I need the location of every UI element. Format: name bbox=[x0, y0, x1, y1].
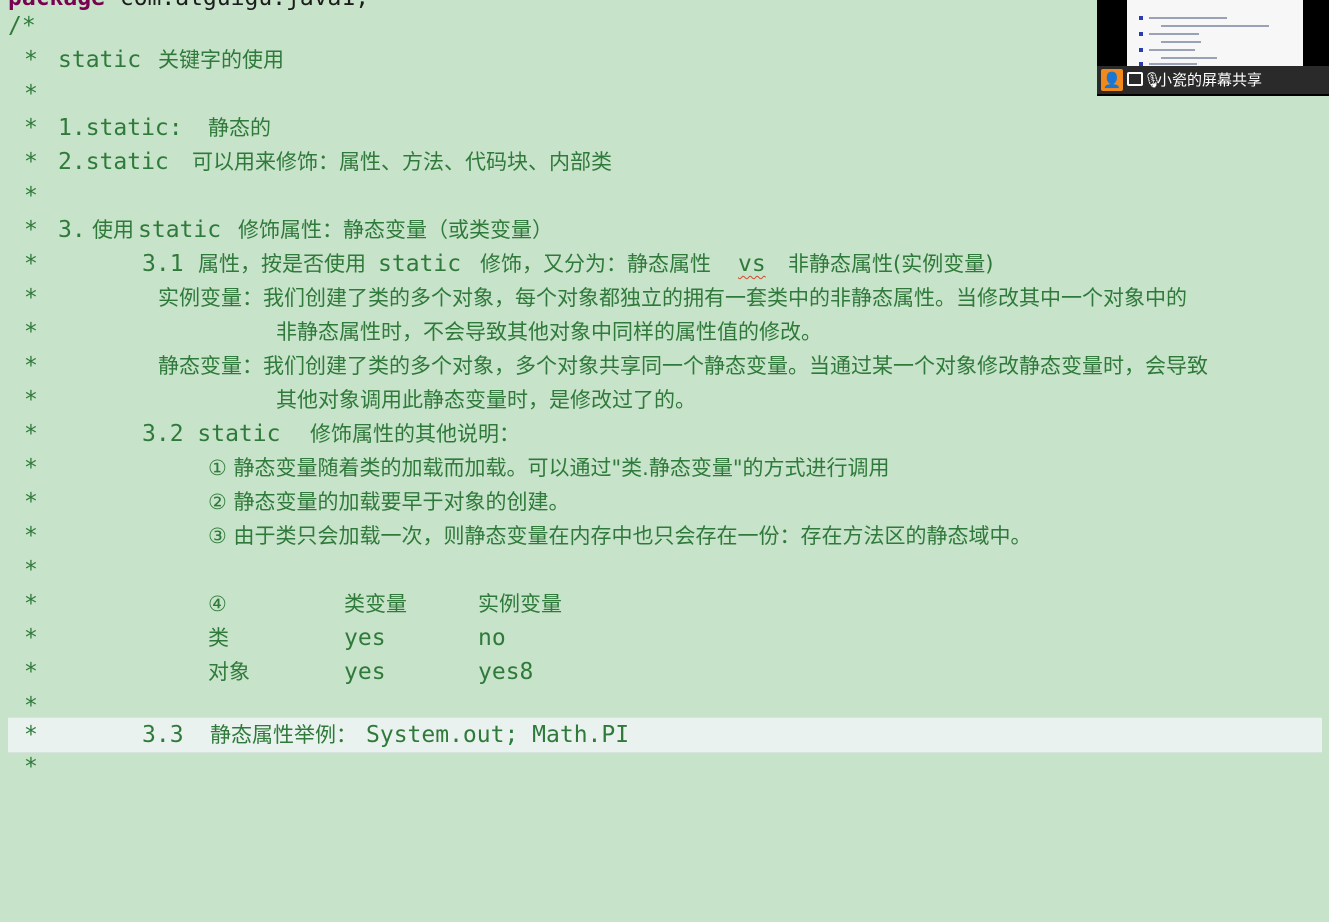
text-31-number: 3.1 bbox=[142, 251, 184, 277]
thumb-text-line bbox=[1149, 49, 1195, 51]
text-32-static: 3.2 static bbox=[142, 421, 281, 447]
code-line: * ③ 由于类只会加载一次，则静态变量在内存中也只会存在一份：存在方法区的静态域… bbox=[0, 519, 1329, 553]
table-header-number: ④ bbox=[208, 592, 227, 616]
comment-star: * bbox=[24, 754, 38, 780]
code-line: * 3.2 static 修饰属性的其他说明： bbox=[0, 417, 1329, 451]
code-line: * 3.1 属性，按是否使用 static 修饰，又分为：静态属性 vs 非静态… bbox=[0, 247, 1329, 281]
table-cell: yes bbox=[344, 625, 386, 651]
text-2-static: 2.static bbox=[58, 149, 169, 175]
comment-star: * bbox=[24, 489, 38, 515]
thumb-text-line bbox=[1149, 33, 1199, 35]
thumb-text-line bbox=[1161, 41, 1201, 43]
screen-share-bar[interactable]: 👤 🎙 小瓷的屏幕共享 bbox=[1097, 66, 1329, 94]
text-static-var: 静态变量：我们创建了类的多个对象，多个对象共享同一个静态变量。当通过某一个对象修… bbox=[158, 354, 1208, 378]
code-line: * bbox=[0, 750, 1329, 784]
comment-star: * bbox=[24, 722, 38, 748]
text-3-number: 3. bbox=[58, 217, 86, 243]
table-header-instance-var: 实例变量 bbox=[478, 592, 562, 616]
table-row: * 对象 yes yes8 bbox=[0, 655, 1329, 689]
comment-star: * bbox=[24, 523, 38, 549]
code-line: * 非静态属性时，不会导致其他对象中同样的属性值的修改。 bbox=[0, 315, 1329, 349]
code-line: * 其他对象调用此静态变量时，是修改过了的。 bbox=[0, 383, 1329, 417]
thumb-text-line bbox=[1149, 63, 1197, 65]
code-line: * bbox=[0, 553, 1329, 587]
comment-star: * bbox=[24, 557, 38, 583]
text-3-use: 使用 bbox=[92, 218, 134, 242]
table-row: * 类 yes no bbox=[0, 621, 1329, 655]
text-point-2: ② 静态变量的加载要早于对象的创建。 bbox=[208, 490, 570, 514]
comment-star: * bbox=[24, 353, 38, 379]
screen-share-overlay[interactable]: 👤 🎙 小瓷的屏幕共享 bbox=[1097, 0, 1329, 96]
thumb-bullet bbox=[1139, 32, 1143, 36]
comment-star: * bbox=[24, 251, 38, 277]
comment-star: * bbox=[24, 81, 38, 107]
text-32-desc: 修饰属性的其他说明： bbox=[310, 422, 520, 446]
comment-star: * bbox=[24, 47, 38, 73]
code-line: * ② 静态变量的加载要早于对象的创建。 bbox=[0, 485, 1329, 519]
code-line: * 实例变量：我们创建了类的多个对象，每个对象都独立的拥有一套类中的非静态属性。… bbox=[0, 281, 1329, 315]
text-31-desc: 属性，按是否使用 bbox=[198, 252, 366, 276]
text-heading: 关键字的使用 bbox=[158, 48, 284, 72]
comment-star: * bbox=[24, 149, 38, 175]
text-point-3: ③ 由于类只会加载一次，则静态变量在内存中也只会存在一份：存在方法区的静态域中。 bbox=[208, 524, 1032, 548]
table-row-label: 类 bbox=[208, 626, 229, 650]
comment-star: * bbox=[24, 285, 38, 311]
table-row-label: 对象 bbox=[208, 660, 250, 684]
user-icon[interactable]: 👤 bbox=[1101, 69, 1123, 91]
code-line: * bbox=[0, 179, 1329, 213]
text-33-desc: 静态属性举例： bbox=[210, 723, 357, 747]
thumb-text-line bbox=[1161, 25, 1269, 27]
text-31-split: 修饰，又分为：静态属性 bbox=[480, 252, 711, 276]
screen-icon[interactable] bbox=[1127, 72, 1143, 86]
comment-star: * bbox=[24, 421, 38, 447]
thumb-text-line bbox=[1149, 17, 1227, 19]
text-instance-var: 实例变量：我们创建了类的多个对象，每个对象都独立的拥有一套类中的非静态属性。当修… bbox=[158, 286, 1187, 310]
text-1-desc: 静态的 bbox=[208, 116, 271, 140]
comment-star: * bbox=[24, 659, 38, 685]
text-33-example: System.out; Math.PI bbox=[366, 722, 630, 748]
code-line: * 1.static: 静态的 bbox=[0, 111, 1329, 145]
thumb-bullet bbox=[1139, 48, 1143, 52]
comment-open: /* bbox=[8, 13, 36, 39]
screen-share-thumbnail[interactable] bbox=[1127, 0, 1303, 66]
comment-star: * bbox=[24, 387, 38, 413]
comment-star: * bbox=[24, 217, 38, 243]
text-3-static: static bbox=[138, 217, 222, 243]
thumb-bullet bbox=[1139, 16, 1143, 20]
text-1-static: 1.static: bbox=[58, 115, 183, 141]
table-header-row: * ④ 类变量 实例变量 bbox=[0, 587, 1329, 621]
code-line: * 2.static 可以用来修饰：属性、方法、代码块、内部类 bbox=[0, 145, 1329, 179]
code-line: * ① 静态变量随着类的加载而加载。可以通过"类.静态变量"的方式进行调用 bbox=[0, 451, 1329, 485]
code-line: * 静态变量：我们创建了类的多个对象，多个对象共享同一个静态变量。当通过某一个对… bbox=[0, 349, 1329, 383]
text-31-static: static bbox=[378, 251, 462, 277]
table-cell: no bbox=[478, 625, 506, 651]
text-static-var-cont: 其他对象调用此静态变量时，是修改过了的。 bbox=[276, 388, 696, 412]
code-editor[interactable]: package com.atguigu.java1; /* * static 关… bbox=[0, 0, 1329, 780]
text-instance-var-cont: 非静态属性时，不会导致其他对象中同样的属性值的修改。 bbox=[276, 320, 822, 344]
table-cell: yes8 bbox=[478, 659, 534, 685]
current-line[interactable]: * 3.3 静态属性举例： System.out; Math.PI bbox=[8, 717, 1322, 753]
screen-share-label: 小瓷的屏幕共享 bbox=[1157, 71, 1263, 89]
text-33-number: 3.3 bbox=[142, 722, 184, 748]
comment-star: * bbox=[24, 455, 38, 481]
comment-star: * bbox=[24, 591, 38, 617]
comment-star: * bbox=[24, 319, 38, 345]
text-point-1: ① 静态变量随着类的加载而加载。可以通过"类.静态变量"的方式进行调用 bbox=[208, 456, 890, 480]
text-31-vs: vs bbox=[738, 251, 766, 277]
code-line: * 3. 使用 static 修饰属性：静态变量（或类变量） bbox=[0, 213, 1329, 247]
text-31-nonstatic: 非静态属性(实例变量) bbox=[788, 252, 994, 276]
table-header-class-var: 类变量 bbox=[344, 592, 407, 616]
thumb-text-line bbox=[1161, 57, 1217, 59]
comment-star: * bbox=[24, 183, 38, 209]
text-2-desc: 可以用来修饰：属性、方法、代码块、内部类 bbox=[192, 150, 612, 174]
text-static: static bbox=[58, 47, 142, 73]
comment-star: * bbox=[24, 625, 38, 651]
table-cell: yes bbox=[344, 659, 386, 685]
comment-star: * bbox=[24, 115, 38, 141]
text-3-desc: 修饰属性：静态变量（或类变量） bbox=[238, 218, 553, 242]
